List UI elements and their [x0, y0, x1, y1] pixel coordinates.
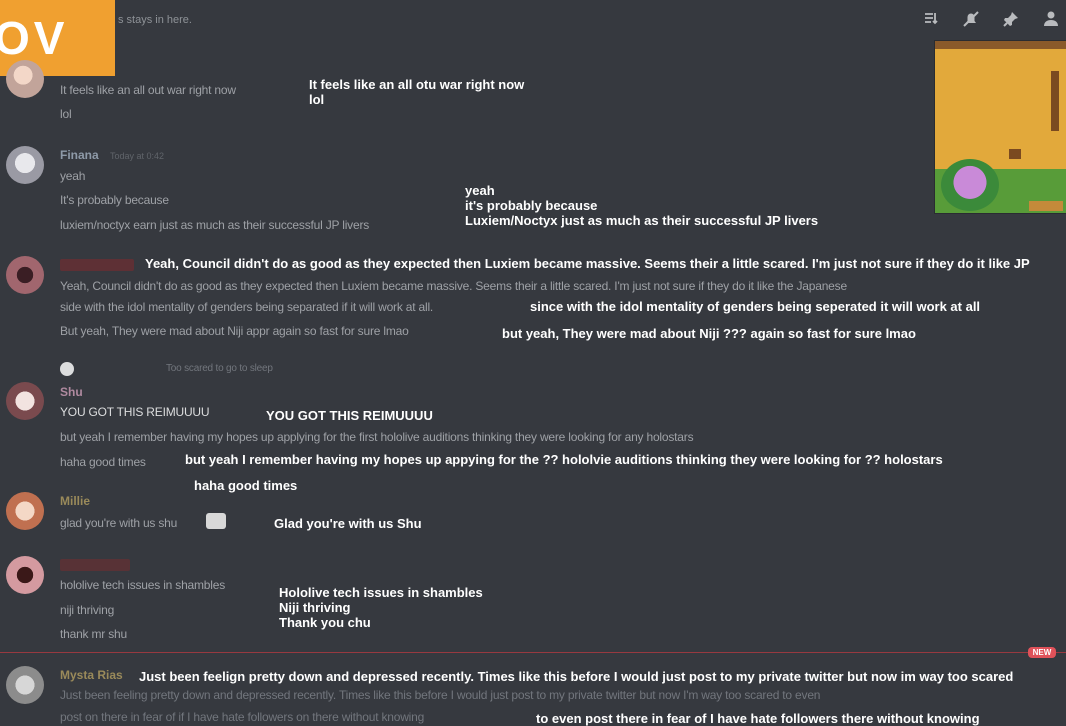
preview-chest: [1009, 149, 1021, 159]
subtitle-line: Luxiem/Noctyx just as much as their succ…: [465, 213, 819, 228]
preview-sign: [1029, 201, 1063, 211]
avatar[interactable]: [6, 382, 44, 420]
reply-preview[interactable]: Too scared to go to sleep: [166, 363, 273, 374]
message-line: hololive tech issues in shambles: [60, 578, 226, 592]
threads-icon[interactable]: [922, 10, 940, 28]
emoji-icon: [206, 513, 226, 529]
chat-screen: OV s stays in here. It feels like an all…: [0, 0, 1066, 726]
subtitle-line: Just been feelign pretty down and depres…: [139, 669, 1014, 684]
subtitle-line: it's probably because: [465, 198, 598, 213]
message-line: It's probably because: [60, 193, 169, 207]
timestamp: Today at 0:42: [110, 151, 165, 161]
subtitle-line: Yeah, Council didn't do as good as they …: [145, 256, 1030, 271]
new-messages-badge[interactable]: NEW: [1028, 647, 1056, 658]
subtitle-line: haha good times: [194, 478, 298, 493]
message-line: luxiem/noctyx earn just as much as their…: [60, 218, 370, 232]
avatar[interactable]: [6, 256, 44, 294]
preview-wall: [935, 41, 1066, 49]
message-line: thank mr shu: [60, 627, 127, 641]
members-icon[interactable]: [1042, 10, 1060, 28]
username[interactable]: Finana: [60, 148, 99, 162]
message-line: lol: [60, 107, 72, 121]
subtitle-line: Niji thriving: [279, 600, 351, 615]
subtitle-line: yeah: [465, 183, 495, 198]
message-line: side with the idol mentality of genders …: [60, 300, 434, 314]
subtitle-line: but yeah I remember having my hopes up a…: [185, 452, 943, 467]
pin-icon[interactable]: [1002, 10, 1020, 28]
username-redacted[interactable]: [60, 259, 134, 271]
subtitle-line: Hololive tech issues in shambles: [279, 585, 483, 600]
message-line: Just been feeling pretty down and depres…: [60, 688, 821, 702]
message-line: But yeah, They were mad about Niji appr …: [60, 324, 409, 338]
avatar[interactable]: [6, 666, 44, 704]
subtitle-line: Glad you're with us Shu: [274, 516, 422, 531]
game-preview-image: [934, 40, 1066, 214]
message-line: post on there in fear of if I have hate …: [60, 710, 425, 724]
username-redacted[interactable]: [60, 559, 130, 571]
message-line: but yeah I remember having my hopes up a…: [60, 430, 694, 444]
subtitle-line: YOU GOT THIS REIMUUUU: [266, 408, 433, 423]
message-line: Yeah, Council didn't do as good as they …: [60, 279, 847, 293]
subtitle-line: Thank you chu: [279, 615, 371, 630]
logo-text: OV: [0, 12, 69, 64]
avatar[interactable]: [6, 60, 44, 98]
subtitle-line: It feels like an all otu war right now: [309, 77, 525, 92]
new-messages-divider: [0, 652, 1066, 653]
message-line: YOU GOT THIS REIMUUUU: [60, 405, 210, 419]
message-line: It feels like an all out war right now: [60, 83, 236, 97]
preview-post: [1051, 71, 1059, 131]
subtitle-line: to even post there in fear of I have hat…: [536, 711, 980, 726]
subtitle-line: lol: [309, 92, 325, 107]
channel-toolbar: [922, 10, 1060, 28]
reply-avatar[interactable]: [60, 362, 74, 376]
subtitle-line: but yeah, They were mad about Niji ??? a…: [502, 326, 916, 341]
message-line: glad you're with us shu: [60, 516, 178, 530]
message-line: niji thriving: [60, 603, 115, 617]
bell-muted-icon[interactable]: [962, 10, 980, 28]
avatar[interactable]: [6, 492, 44, 530]
message-line: haha good times: [60, 455, 146, 469]
subtitle-line: since with the idol mentality of genders…: [530, 299, 981, 314]
username[interactable]: Millie: [60, 494, 90, 508]
username[interactable]: Shu: [60, 385, 83, 399]
avatar[interactable]: [6, 556, 44, 594]
avatar[interactable]: [6, 146, 44, 184]
username[interactable]: Mysta Rias: [60, 668, 123, 682]
preview-tree: [941, 159, 999, 211]
message-line: yeah: [60, 169, 86, 183]
top-message-fragment: s stays in here.: [118, 14, 192, 26]
